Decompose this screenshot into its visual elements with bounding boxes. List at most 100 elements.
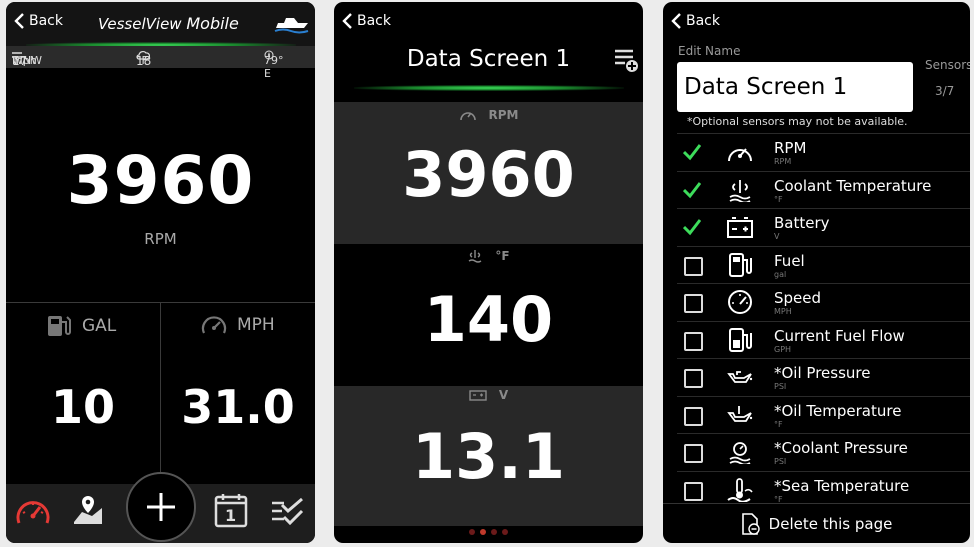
- block-value: 140: [423, 283, 554, 356]
- sensor-row-oil-pressure[interactable]: *Oil Pressure PSI: [677, 358, 970, 396]
- sensor-name: *Sea Temperature: [774, 476, 910, 495]
- block-value: 3960: [402, 138, 575, 211]
- back-button[interactable]: Back: [671, 13, 720, 29]
- block-unit: °F: [495, 249, 510, 263]
- coolant-temp-icon: [729, 179, 751, 202]
- check-icon[interactable]: [683, 181, 701, 199]
- sensor-name: *Oil Temperature: [774, 401, 902, 420]
- oil-temp-icon: [727, 405, 753, 422]
- back-button[interactable]: Back: [14, 13, 63, 29]
- fuel-label: GAL: [46, 314, 116, 338]
- rpm-value: 3960: [66, 142, 255, 219]
- dashboard-screen: Back VesselView Mobile 17 mph WNW 18 °F …: [6, 2, 315, 543]
- sensor-name: RPM: [774, 139, 807, 157]
- optional-note: *Optional sensors may not be available.: [687, 115, 908, 128]
- sensor-unit: °F: [774, 419, 783, 429]
- sensor-name: Fuel: [774, 251, 805, 270]
- chevron-left-icon: [342, 13, 352, 29]
- checkbox[interactable]: [684, 294, 703, 313]
- sensor-name: *Coolant Pressure: [774, 439, 908, 457]
- delete-page-button[interactable]: Delete this page: [663, 503, 970, 543]
- block-unit: V: [498, 388, 509, 402]
- page-dot[interactable]: [491, 529, 497, 535]
- sensor-row-rpm[interactable]: RPM RPM: [677, 133, 970, 171]
- sensors-count: 3/7: [935, 84, 955, 98]
- sensor-unit: V: [774, 232, 780, 241]
- checkbox[interactable]: [684, 444, 703, 463]
- checkbox[interactable]: [684, 369, 703, 388]
- speed-label: MPH: [201, 314, 275, 336]
- app-brand: VesselView Mobile: [98, 14, 239, 33]
- speedometer-icon: [201, 316, 227, 334]
- name-input[interactable]: Data Screen 1: [677, 62, 913, 112]
- sensor-name: Coolant Temperature: [774, 176, 932, 195]
- page-dot[interactable]: [502, 529, 508, 535]
- delete-page-icon: [741, 513, 760, 535]
- wind-readout: 17 mph WNW: [12, 50, 42, 68]
- block-label: RPM: [334, 108, 643, 122]
- check-icon[interactable]: [683, 143, 701, 161]
- sensor-list: RPM RPM Coolant Temperature °F Battery V…: [677, 133, 970, 508]
- back-label: Back: [686, 13, 720, 29]
- map-pin-icon[interactable]: [72, 494, 104, 526]
- sensor-row-coolant-temperature[interactable]: Coolant Temperature °F: [677, 170, 970, 209]
- gauge-icon[interactable]: [15, 495, 51, 527]
- air-temp-unit: °F: [136, 54, 148, 67]
- sensor-unit: GPH: [774, 344, 792, 354]
- checkbox[interactable]: [684, 481, 703, 501]
- checklist-icon[interactable]: [270, 497, 304, 525]
- calendar-day: 1: [225, 506, 237, 525]
- fuel-unit-label: GAL: [82, 316, 117, 336]
- sensor-unit: RPM: [774, 157, 792, 166]
- sensors-label: Sensors: [925, 58, 970, 72]
- sensor-unit: PSI: [774, 382, 787, 391]
- back-button[interactable]: Back: [342, 13, 391, 29]
- block-value: 13.1: [412, 420, 565, 493]
- coolant-pressure-icon: [729, 442, 751, 464]
- brand-part1: VesselView: [98, 15, 182, 33]
- sensor-row-battery[interactable]: Battery V: [677, 208, 970, 246]
- block-label: V: [334, 388, 643, 402]
- page-dot[interactable]: [469, 529, 475, 535]
- boat-icon: [274, 18, 309, 34]
- brand-part2: Mobile: [186, 14, 239, 33]
- block-label: °F: [334, 249, 643, 263]
- sensor-row-coolant-pressure[interactable]: *Coolant Pressure PSI: [677, 433, 970, 471]
- back-label: Back: [29, 13, 63, 29]
- sensor-row-oil-temperature[interactable]: *Oil Temperature °F: [677, 395, 970, 434]
- add-list-icon[interactable]: [613, 47, 639, 73]
- top-bar: Back VesselView Mobile: [6, 2, 315, 46]
- checkbox[interactable]: [684, 331, 703, 351]
- sensor-row-speed[interactable]: Speed MPH: [677, 283, 970, 321]
- sensor-name: Battery: [774, 214, 830, 232]
- sensor-row-fuel[interactable]: Fuel gal: [677, 245, 970, 284]
- heading-readout: 79° E: [264, 50, 284, 80]
- sensor-name: Current Fuel Flow: [774, 326, 905, 345]
- data-block-rpm[interactable]: RPM 3960: [334, 102, 643, 244]
- checkbox[interactable]: [684, 406, 703, 426]
- sensor-unit: MPH: [774, 307, 792, 316]
- chevron-left-icon: [14, 13, 24, 29]
- data-block-battery[interactable]: V 13.1: [334, 386, 643, 526]
- sensor-row-current-fuel-flow[interactable]: Current Fuel Flow GPH: [677, 320, 970, 359]
- page-indicator[interactable]: [334, 529, 643, 535]
- add-button[interactable]: [126, 472, 196, 542]
- page-dot-active[interactable]: [480, 529, 486, 535]
- coolant-temp-icon: [469, 250, 482, 263]
- screen-title: Data Screen 1: [406, 46, 571, 72]
- gauge-icon: [728, 148, 752, 162]
- speed-unit-label: MPH: [237, 315, 275, 335]
- chevron-left-icon: [671, 13, 681, 29]
- data-block-coolant[interactable]: °F 140: [334, 247, 643, 384]
- speedometer-icon: [728, 290, 752, 314]
- edit-name-label: Edit Name: [678, 44, 741, 58]
- sensor-name: *Oil Pressure: [774, 364, 871, 382]
- weather-bar: 17 mph WNW 18 °F 79° E: [6, 46, 315, 80]
- check-icon[interactable]: [683, 218, 701, 236]
- speed-value: 31.0: [181, 380, 295, 434]
- checkbox[interactable]: [684, 256, 703, 276]
- accent-bar: [354, 85, 624, 91]
- sensor-unit: gal: [774, 269, 787, 279]
- fuel-pump-icon: [48, 316, 71, 336]
- sensor-unit: °F: [774, 194, 783, 204]
